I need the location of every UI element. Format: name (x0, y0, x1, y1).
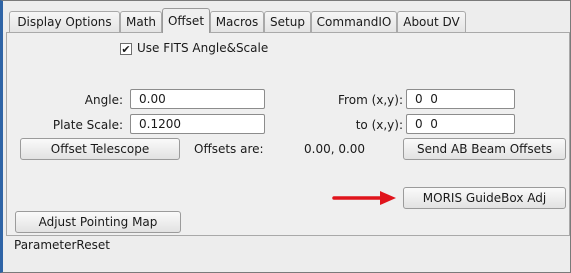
offsets-value: 0.00, 0.00 (304, 142, 366, 156)
adjust-pointing-map-button[interactable]: Adjust Pointing Map (15, 211, 181, 233)
moris-guidebox-adj-button[interactable]: MORIS GuideBox Adj (403, 187, 566, 209)
to-xy-label: to (x,y): (355, 118, 403, 132)
offset-telescope-button[interactable]: Offset Telescope (20, 138, 180, 160)
from-xy-label: From (x,y): (338, 93, 403, 107)
tab-display-options[interactable]: Display Options (9, 11, 120, 32)
tab-macros[interactable]: Macros (210, 11, 264, 32)
offset-panel: ✔ Use FITS Angle&Scale Angle: Plate Scal… (6, 32, 570, 236)
arrow-right-icon (332, 190, 398, 206)
angle-label: Angle: (84, 93, 123, 107)
send-ab-beam-offsets-button[interactable]: Send AB Beam Offsets (403, 138, 566, 160)
angle-input[interactable] (130, 89, 265, 109)
plate-scale-input[interactable] (130, 114, 265, 134)
use-fits-label: Use FITS Angle&Scale (137, 41, 269, 55)
use-fits-checkbox[interactable]: ✔ (120, 43, 132, 55)
plate-scale-label: Plate Scale: (52, 118, 123, 132)
tab-setup[interactable]: Setup (264, 11, 311, 32)
to-xy-input[interactable] (406, 114, 515, 134)
tab-about-dv[interactable]: About DV (397, 11, 466, 32)
offsets-are-label: Offsets are: (194, 142, 264, 156)
tab-offset[interactable]: Offset (162, 8, 210, 33)
from-xy-input[interactable] (406, 89, 515, 109)
dv-window: Display Options Math Offset Macros Setup… (0, 0, 571, 273)
check-icon: ✔ (121, 42, 131, 56)
tab-commandio[interactable]: CommandIO (311, 11, 397, 32)
status-text: ParameterReset (14, 238, 110, 252)
tab-math[interactable]: Math (120, 11, 162, 32)
